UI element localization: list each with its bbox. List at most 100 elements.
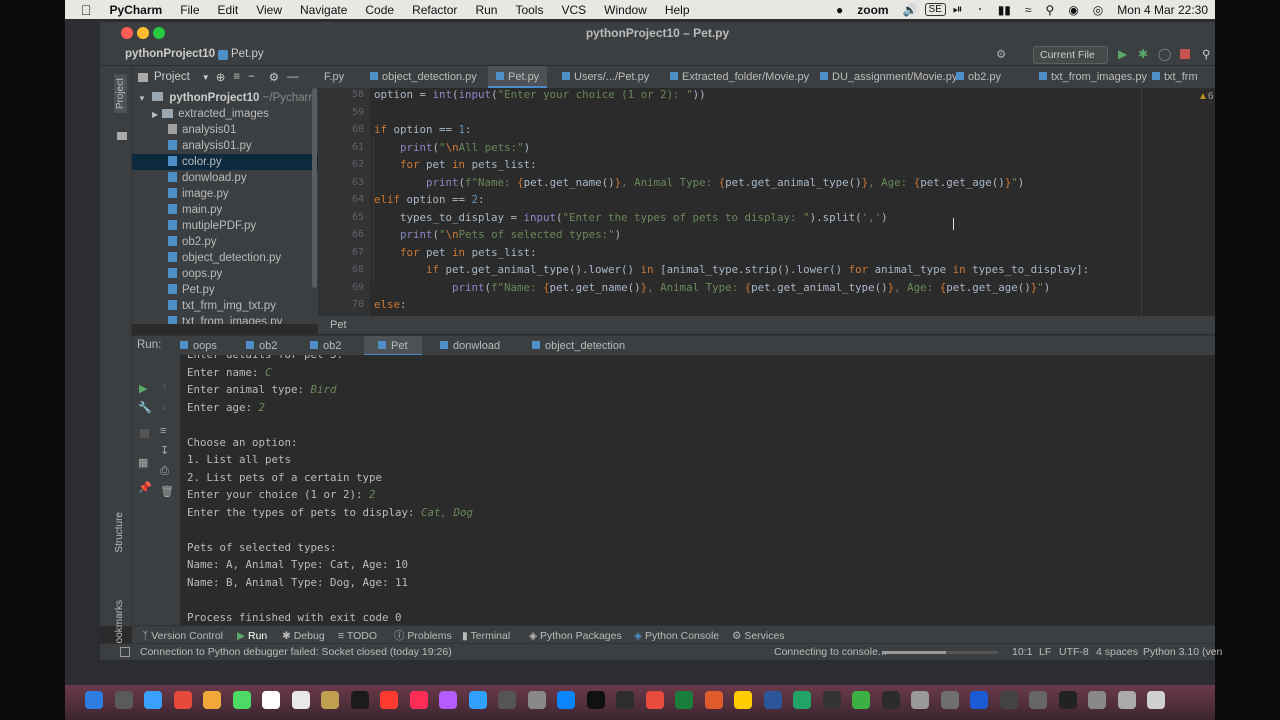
menu-edit[interactable]: Edit [209,3,248,17]
tab-users-pet-py[interactable]: Users/.../Pet.py [556,66,655,88]
minimize-window-button[interactable] [137,27,149,39]
run-tab-object-detection[interactable]: object_detection [524,336,633,356]
structure-tool-window-tab[interactable]: Structure [114,512,125,553]
apple-icon[interactable]:  [65,2,101,18]
tab-ob2[interactable]: ob2.py [950,66,1007,88]
tree-item[interactable]: oops.py [132,266,318,282]
tab-pet-py[interactable]: Pet.py [488,66,548,88]
run-tab-pet[interactable]: Pet [364,336,422,356]
dock-app-icon[interactable] [85,691,103,709]
tab-f-py[interactable]: F.py [318,66,350,88]
search-icon[interactable]: ⚲ [1039,3,1062,17]
dock-app-icon[interactable] [409,691,428,709]
print-icon[interactable]: ⎙ [160,465,169,478]
tree-item[interactable]: ▶ extracted_images [132,106,318,122]
dock-app-icon[interactable] [999,691,1018,709]
nav-project[interactable]: pythonProject10 [125,48,215,60]
scroll-to-end-icon[interactable]: ↧ [160,444,169,457]
tab-txt-frm[interactable]: txt_frm [1146,66,1204,88]
play-icon[interactable]: ⏯ [946,2,970,17]
run-icon[interactable]: ▶ [1118,47,1127,61]
stop-icon[interactable] [140,429,149,438]
tree-item[interactable]: mutiplePDF.py [132,218,318,234]
dock-app-icon[interactable] [262,691,280,709]
run-tab-donwload[interactable]: donwload [432,336,508,356]
wrench-icon[interactable]: 🔧 [138,401,152,414]
status-icon[interactable] [120,647,130,657]
dock-app-icon[interactable] [1147,691,1165,709]
close-window-button[interactable] [121,27,133,39]
dock-app-icon[interactable] [1117,691,1136,709]
search-everywhere-icon[interactable]: ⚲ [1202,47,1210,61]
dock-app-icon[interactable] [144,691,162,709]
dock-app-icon[interactable] [970,691,988,709]
status-message[interactable]: Connection to Python debugger failed: So… [140,644,452,661]
line-ending[interactable]: LF [1039,644,1051,661]
dock-app-icon[interactable] [380,691,398,709]
menubar-clock[interactable]: Mon 4 Mar 22:30 [1110,3,1215,17]
dock-app-icon[interactable] [527,691,546,709]
tree-item[interactable]: object_detection.py [132,250,318,266]
tree-item[interactable]: analysis01.py [132,138,318,154]
menu-window[interactable]: Window [595,3,656,17]
menu-tools[interactable]: Tools [506,3,552,17]
run-tab-ob2-a[interactable]: ob2 [238,336,285,356]
dock-app-icon[interactable] [822,691,841,709]
menu-refactor[interactable]: Refactor [403,3,466,17]
hide-panel-icon[interactable]: — [287,71,299,83]
tree-item[interactable]: ob2.py [132,234,318,250]
menu-code[interactable]: Code [356,3,403,17]
dock-app-icon[interactable] [232,691,251,709]
dock-app-icon[interactable] [645,691,664,709]
menu-app-name[interactable]: PyCharm [101,3,172,17]
trash-icon[interactable]: 🗑 [160,485,174,498]
chevron-down-icon[interactable]: ▼ [202,73,210,82]
dock-app-icon[interactable] [468,691,487,709]
inspection-count[interactable]: ▲6 [1198,91,1213,102]
collapse-all-icon[interactable]: − [248,71,255,83]
dock-app-icon[interactable] [940,691,959,709]
battery-icon[interactable]: ▮▮ [991,3,1018,17]
user-icon[interactable]: ⚙ [996,47,1006,61]
volume-icon[interactable]: 🔊 [896,3,925,17]
code-editor[interactable]: option = int(input("Enter your choice (1… [370,88,1215,324]
run-console[interactable]: Enter details for pet 3:Enter name: CEnt… [180,355,1215,625]
scroll-down-icon[interactable]: ↓ [162,401,167,412]
zoom-window-button[interactable] [153,27,165,39]
dock-app-icon[interactable] [616,691,634,709]
run-tab-ob2-b[interactable]: ob2 [302,336,349,356]
dock-app-icon[interactable] [911,691,929,709]
dock-app-icon[interactable] [291,691,310,709]
tree-root[interactable]: ▼ pythonProject10 ~/PycharmP [132,90,318,106]
gear-icon[interactable]: ⚙ [269,70,279,84]
soft-wrap-icon[interactable]: ≡ [160,425,166,437]
dock-app-icon[interactable] [1088,691,1106,709]
record-icon[interactable]: ● [829,3,850,17]
stop-icon[interactable] [1180,49,1190,59]
dock-app-icon[interactable] [1058,691,1077,709]
tree-item[interactable]: color.py [132,154,318,170]
tree-item[interactable]: donwload.py [132,170,318,186]
menu-view[interactable]: View [247,3,291,17]
tree-item[interactable]: txt_from_images.py [132,314,318,324]
indent-setting[interactable]: 4 spaces [1096,644,1138,661]
nav-file[interactable]: Pet.py [231,48,264,60]
bluetooth-icon[interactable]: ᛫ [970,3,991,17]
input-source[interactable]: SE [924,3,946,16]
menu-vcs[interactable]: VCS [552,3,595,17]
dock-app-icon[interactable] [173,691,192,709]
tree-scrollbar[interactable] [312,88,317,288]
debug-icon[interactable]: ✱ [1138,47,1148,61]
run-tab-oops[interactable]: oops [172,336,225,356]
layout-icon[interactable]: ▦ [138,456,148,469]
tree-item[interactable]: analysis01 [132,122,318,138]
dock-app-icon[interactable] [557,691,575,709]
dock-app-icon[interactable] [734,691,752,709]
tree-item[interactable]: image.py [132,186,318,202]
dock-app-icon[interactable] [439,691,457,709]
run-config-dropdown[interactable]: Current File ▼ [1033,46,1108,76]
dock-app-icon[interactable] [675,691,693,709]
dock-app-icon[interactable] [498,691,516,709]
dock-app-icon[interactable] [586,691,605,709]
tab-du-movie[interactable]: DU_assignment/Movie.py [814,66,963,88]
